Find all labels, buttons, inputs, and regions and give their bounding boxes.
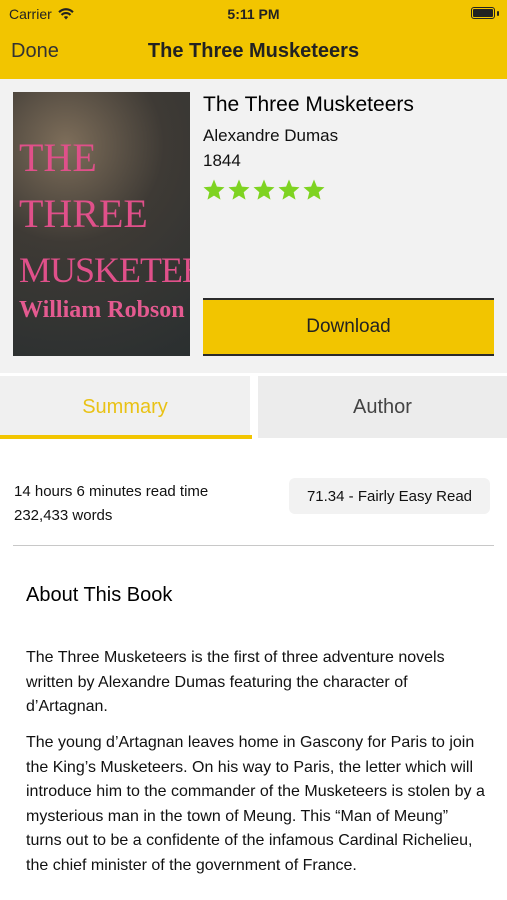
status-time: 5:11 PM: [227, 6, 280, 22]
tab-summary[interactable]: Summary: [0, 376, 250, 438]
status-bar: Carrier 5:11 PM: [0, 0, 507, 28]
read-time: 14 hours 6 minutes read time: [14, 483, 209, 500]
cover-text-line: MUSKETEERS: [19, 250, 190, 290]
book-year: 1844: [203, 151, 241, 170]
battery-icon: [471, 7, 495, 19]
divider: [13, 545, 494, 546]
book-author: Alexandre Dumas: [203, 126, 339, 145]
star-icon: [203, 179, 225, 200]
star-icon: [303, 179, 325, 200]
cover-text-line: William Robson: [19, 297, 185, 323]
about-heading: About This Book: [26, 584, 173, 606]
cover-text-line: THE: [19, 135, 97, 180]
about-paragraph: The Three Musketeers is the first of thr…: [26, 649, 445, 715]
readability-badge: 71.34 - Fairly Easy Read: [289, 478, 490, 514]
active-tab-indicator: [0, 435, 252, 439]
battery-tip: [497, 11, 499, 16]
book-cover-image: THE THREE MUSKETEERS William Robson: [13, 92, 190, 356]
star-icon: [228, 179, 250, 200]
about-paragraph: The young d’Artagnan leaves home in Gasc…: [26, 734, 485, 874]
star-icon: [278, 179, 300, 200]
word-count: 232,433 words: [14, 507, 113, 524]
cover-text-line: THREE: [19, 191, 148, 236]
nav-title: The Three Musketeers: [147, 40, 360, 62]
tab-author[interactable]: Author: [258, 376, 507, 438]
reading-stats: 14 hours 6 minutes read time 232,433 wor…: [14, 480, 208, 528]
star-icon: [253, 179, 275, 200]
download-button[interactable]: Download: [203, 298, 494, 356]
rating-stars: [202, 178, 326, 202]
book-title: The Three Musketeers: [203, 93, 414, 116]
